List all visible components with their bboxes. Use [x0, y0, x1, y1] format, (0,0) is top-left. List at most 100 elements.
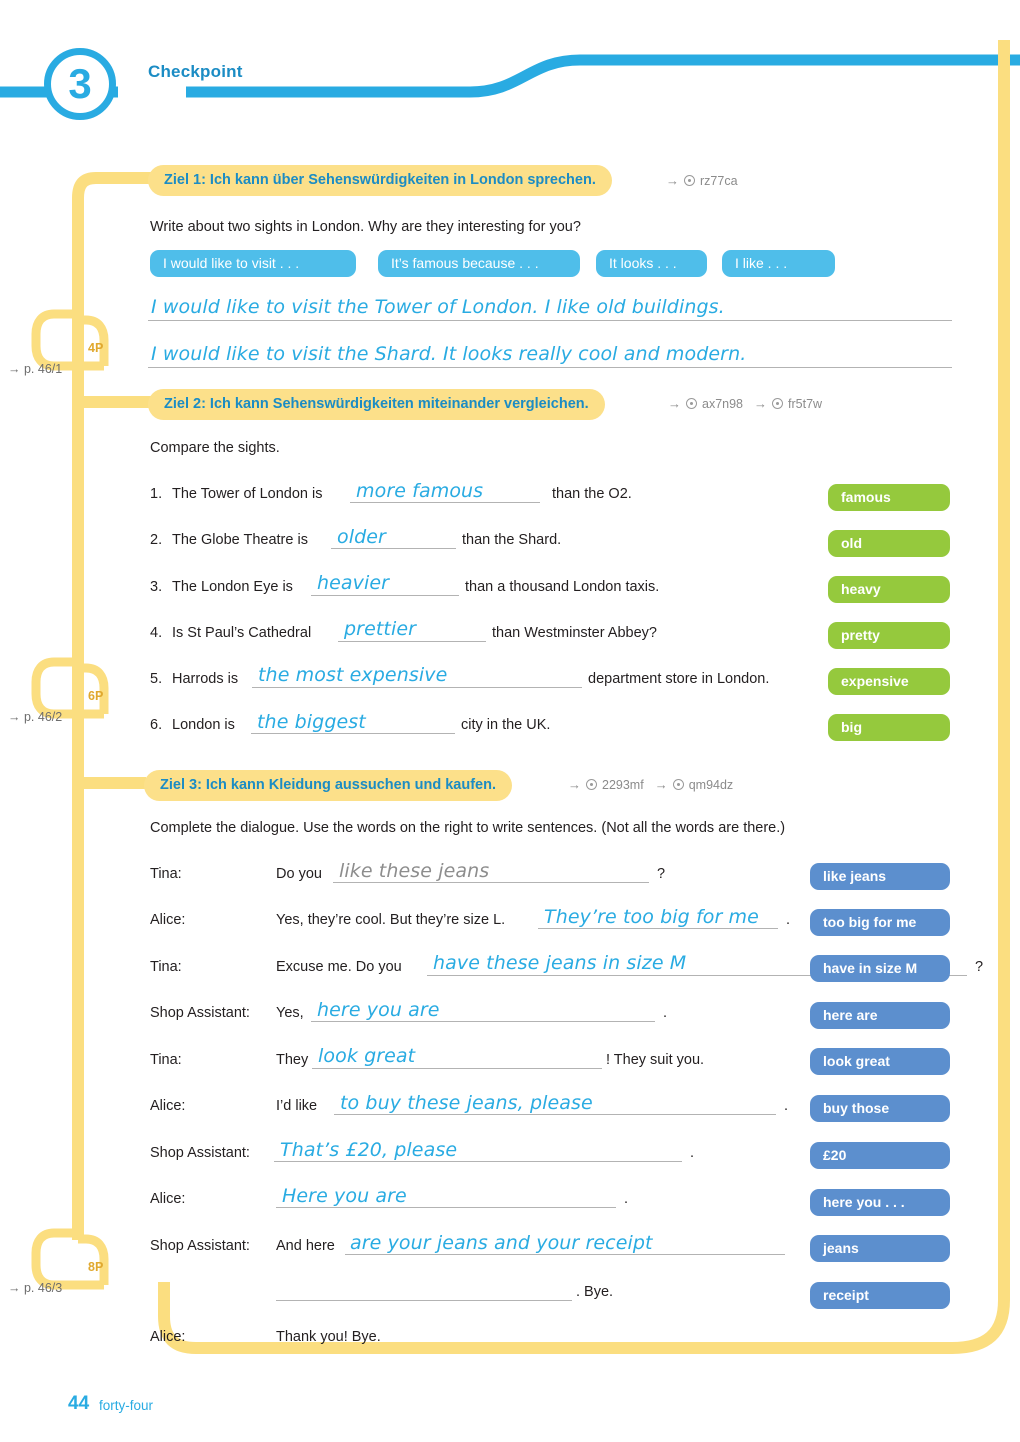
item-1-number: 1.	[150, 486, 163, 502]
dialogue-answer-1[interactable]: like these jeans	[339, 860, 489, 882]
dialogue-rule-6[interactable]	[334, 1114, 776, 1115]
item-3-rule[interactable]	[311, 595, 459, 596]
starter-pill-2[interactable]: It’s famous because . . .	[378, 250, 580, 277]
word-bank-too-big[interactable]: too big for me	[810, 909, 950, 936]
item-1-rule[interactable]	[350, 502, 540, 503]
dialogue-rule-5[interactable]	[312, 1068, 602, 1069]
dialogue-rule-1[interactable]	[333, 882, 649, 883]
page-ref-3[interactable]: → p. 46/3	[8, 1281, 62, 1295]
page-ref-1[interactable]: → p. 46/1	[8, 362, 62, 376]
ziel-2-label: Ziel 2: Ich kann Sehenswürdigkeiten mite…	[148, 389, 605, 420]
answer-text-2[interactable]: I would like to visit the Shard. It look…	[151, 343, 746, 365]
item-3-before: The London Eye is	[172, 579, 293, 595]
item-6-answer[interactable]: the biggest	[257, 711, 366, 733]
dialogue-speaker-9: Shop Assistant:	[150, 1238, 250, 1254]
code-value: ax7n98	[702, 396, 744, 411]
ziel-3-codes[interactable]: → 2293mf → qm94dz	[568, 777, 733, 792]
ziel-2-codes[interactable]: → ax7n98 → fr5t7w	[668, 396, 822, 411]
dialogue-answer-5[interactable]: look great	[318, 1045, 415, 1067]
dialogue-answer-6[interactable]: to buy these jeans, please	[340, 1092, 593, 1114]
arrow-icon: →	[666, 173, 679, 188]
word-bank-here-are[interactable]: here are	[810, 1002, 950, 1029]
arrow-icon-2: →	[654, 777, 668, 792]
item-3-number: 3.	[150, 579, 163, 595]
ziel-1-codes[interactable]: → rz77ca	[666, 173, 738, 188]
dialogue-rule-2[interactable]	[538, 928, 778, 929]
word-bank-pretty[interactable]: pretty	[828, 622, 950, 649]
word-bank-like-jeans[interactable]: like jeans	[810, 863, 950, 890]
answer-rule-2[interactable]	[148, 367, 952, 368]
item-1-answer[interactable]: more famous	[356, 480, 483, 502]
points-marker-2: 6P	[88, 689, 104, 703]
word-bank-here-you[interactable]: here you . . .	[810, 1189, 950, 1216]
code-value: rz77ca	[700, 173, 738, 188]
item-2-answer[interactable]: older	[337, 526, 386, 548]
dialogue-rule-9[interactable]	[345, 1254, 785, 1255]
item-4-number: 4.	[150, 625, 163, 641]
media-disc-icon-2	[772, 398, 784, 409]
arrow-icon: →	[668, 396, 681, 411]
word-bank-famous[interactable]: famous	[828, 484, 950, 511]
word-bank-jeans[interactable]: jeans	[810, 1235, 950, 1262]
word-bank-heavy[interactable]: heavy	[828, 576, 950, 603]
arrow-icon-2: →	[754, 396, 768, 411]
word-bank-receipt[interactable]: receipt	[810, 1282, 950, 1309]
dialogue-after-10: . Bye.	[576, 1284, 614, 1300]
media-disc-icon-2	[672, 779, 684, 790]
dialogue-answer-7[interactable]: That’s £20, please	[280, 1139, 457, 1161]
dialogue-after-2: .	[786, 912, 791, 928]
points-marker-1: 4P	[88, 341, 104, 355]
item-5-after: department store in London.	[588, 671, 770, 687]
starter-pill-4[interactable]: I like . . .	[722, 250, 835, 277]
dialogue-after-7: .	[690, 1145, 695, 1161]
dialogue-answer-8[interactable]: Here you are	[282, 1185, 407, 1207]
item-4-after: than Westminster Abbey?	[492, 625, 657, 641]
dialogue-rule-8[interactable]	[276, 1207, 616, 1208]
item-5-rule[interactable]	[252, 687, 582, 688]
dialogue-speaker-2: Alice:	[150, 912, 186, 928]
item-6-before: London is	[172, 717, 235, 733]
item-5-number: 5.	[150, 671, 163, 687]
starter-pill-1[interactable]: I would like to visit . . .	[150, 250, 356, 277]
dialogue-answer-3[interactable]: have these jeans in size M	[433, 952, 686, 974]
item-1-after: than the O2.	[552, 486, 632, 502]
dialogue-rule-7[interactable]	[274, 1161, 682, 1162]
dialogue-speaker-4: Shop Assistant:	[150, 1005, 250, 1021]
item-3-answer[interactable]: heavier	[317, 572, 389, 594]
media-disc-icon	[686, 398, 697, 409]
item-2-after: than the Shard.	[462, 532, 562, 548]
answer-rule-1[interactable]	[148, 320, 952, 321]
dialogue-rule-4[interactable]	[311, 1021, 655, 1022]
item-2-number: 2.	[150, 532, 163, 548]
item-4-answer[interactable]: prettier	[344, 618, 416, 640]
answer-text-1[interactable]: I would like to visit the Tower of Londo…	[151, 296, 725, 318]
word-bank-look-great[interactable]: look great	[810, 1048, 950, 1075]
word-bank-have-size-m[interactable]: have in size M	[810, 955, 950, 982]
page-number-word: forty-four	[99, 1398, 154, 1413]
dialogue-answer-2[interactable]: They’re too big for me	[544, 906, 759, 928]
word-bank-expensive[interactable]: expensive	[828, 668, 950, 695]
word-bank-old[interactable]: old	[828, 530, 950, 557]
item-6-rule[interactable]	[251, 733, 455, 734]
word-bank-price[interactable]: £20	[810, 1142, 950, 1169]
item-2-rule[interactable]	[331, 548, 456, 549]
page-ref-2[interactable]: → p. 46/2	[8, 710, 62, 724]
dialogue-after-3: ?	[975, 959, 984, 975]
dialogue-before-9: And here	[276, 1238, 335, 1254]
dialogue-before-1: Do you	[276, 866, 322, 882]
word-bank-buy-those[interactable]: buy those	[810, 1095, 950, 1122]
arrow-icon: →	[568, 777, 581, 792]
code-value-2: qm94dz	[688, 777, 734, 792]
dialogue-answer-4[interactable]: here you are	[317, 999, 440, 1021]
unit-number-badge: 3	[44, 48, 116, 120]
item-4-rule[interactable]	[338, 641, 486, 642]
dialogue-answer-9[interactable]: are your jeans and your receipt	[350, 1232, 653, 1254]
ziel-1-instruction: Write about two sights in London. Why ar…	[150, 219, 581, 235]
dialogue-after-8: .	[624, 1191, 629, 1207]
starter-pill-3[interactable]: It looks . . .	[596, 250, 707, 277]
word-bank-big[interactable]: big	[828, 714, 950, 741]
item-5-answer[interactable]: the most expensive	[258, 664, 447, 686]
ziel-3-instruction: Complete the dialogue. Use the words on …	[150, 820, 786, 836]
dialogue-rule-10[interactable]	[276, 1300, 572, 1301]
page-number: 44	[68, 1393, 90, 1414]
